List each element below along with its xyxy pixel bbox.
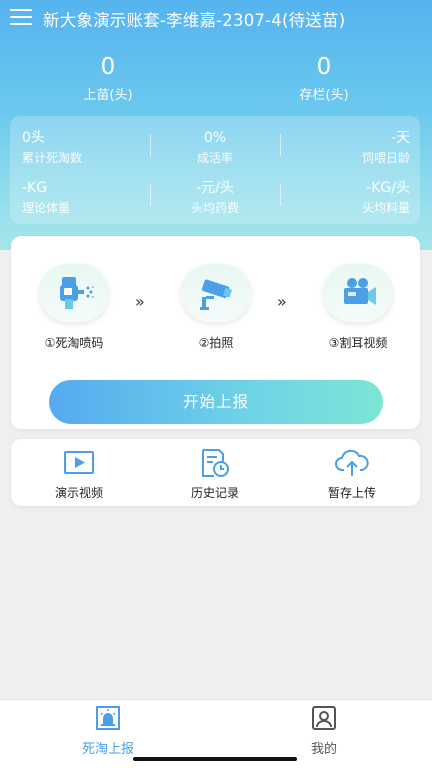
menu-icon[interactable] (10, 9, 32, 27)
divider (280, 184, 281, 206)
temp-upload-button[interactable]: 暂存上传 (302, 447, 402, 501)
stat-label: 头均药费 (190, 201, 239, 215)
stat-label: 理论体重 (22, 201, 71, 215)
step-arrow: » (277, 292, 287, 311)
stat-seedling-label: 上苗(头) (83, 88, 133, 103)
step-ear-video-label: ③割耳视频 (328, 336, 388, 350)
tools-card: 演示视频 历史记录 暂存上传 (11, 439, 420, 506)
demo-video-button[interactable]: 演示视频 (29, 447, 129, 501)
stat-value: -KG/头 (366, 180, 410, 196)
stat-value: 0% (203, 130, 227, 146)
temp-upload-label: 暂存上传 (327, 486, 376, 500)
stat-feed-amount: -KG/头 头均料量 (290, 180, 410, 216)
stat-drug-cost: -元/头 头均药费 (155, 180, 275, 216)
divider (150, 184, 151, 206)
tab-death-report-label: 死淘上报 (81, 742, 134, 757)
report-steps-card: ①死淘喷码 » ②拍照 » ③割耳视频 开始上报 (11, 236, 420, 429)
stat-value: -KG (22, 180, 48, 196)
stats-panel: 0头 累计死淘数 0% 成活率 -天 饲喂日龄 -KG 理论体重 -元/头 头均… (10, 116, 420, 224)
profile-icon (312, 706, 336, 730)
tab-death-report[interactable]: 死淘上报 (53, 705, 163, 757)
camera-icon (181, 264, 251, 322)
divider (150, 134, 151, 156)
stat-survival-rate: 0% 成活率 (155, 130, 275, 166)
step-photo[interactable]: ②拍照 (161, 264, 271, 351)
step-spray-code-label: ①死淘喷码 (44, 336, 104, 350)
step-arrow: » (135, 292, 145, 311)
stat-label: 头均料量 (361, 201, 410, 215)
top-bar: 新大象演示账套-李维嘉-2307-4(待送苗) (0, 0, 432, 40)
stat-feeding-days: -天 饲喂日龄 (290, 130, 410, 166)
tab-profile[interactable]: 我的 (269, 705, 379, 757)
stat-value: -天 (390, 130, 410, 146)
stat-value: -元/头 (196, 180, 234, 196)
history-icon (165, 447, 265, 479)
tab-profile-label: 我的 (310, 742, 337, 757)
spray-gun-icon (39, 264, 109, 322)
stat-label: 饲喂日龄 (361, 151, 410, 165)
demo-video-label: 演示视频 (54, 486, 103, 500)
stat-theoretical-weight: -KG 理论体重 (22, 180, 70, 216)
stat-value: 0头 (22, 130, 45, 146)
start-report-button[interactable]: 开始上报 (49, 380, 383, 424)
stat-label: 成活率 (196, 151, 233, 165)
cloud-upload-icon (302, 447, 402, 479)
video-camera-icon (323, 264, 393, 322)
stat-label: 累计死淘数 (22, 151, 83, 165)
stat-inventory: 0 存栏(头) (254, 54, 394, 103)
stat-inventory-label: 存栏(头) (299, 88, 349, 103)
stat-cumulative-deaths: 0头 累计死淘数 (22, 130, 82, 166)
stat-inventory-value: 0 (316, 54, 332, 80)
page-title: 新大象演示账套-李维嘉-2307-4(待送苗) (43, 11, 346, 30)
stat-seedling: 0 上苗(头) (38, 54, 178, 103)
history-label: 历史记录 (190, 486, 239, 500)
home-indicator (133, 757, 297, 761)
history-button[interactable]: 历史记录 (165, 447, 265, 501)
play-video-icon (29, 447, 129, 479)
step-spray-code[interactable]: ①死淘喷码 (19, 264, 129, 351)
step-photo-label: ②拍照 (198, 336, 234, 350)
divider (280, 134, 281, 156)
step-ear-video[interactable]: ③割耳视频 (303, 264, 413, 351)
stat-seedling-value: 0 (100, 54, 116, 80)
report-alarm-icon (96, 706, 120, 730)
